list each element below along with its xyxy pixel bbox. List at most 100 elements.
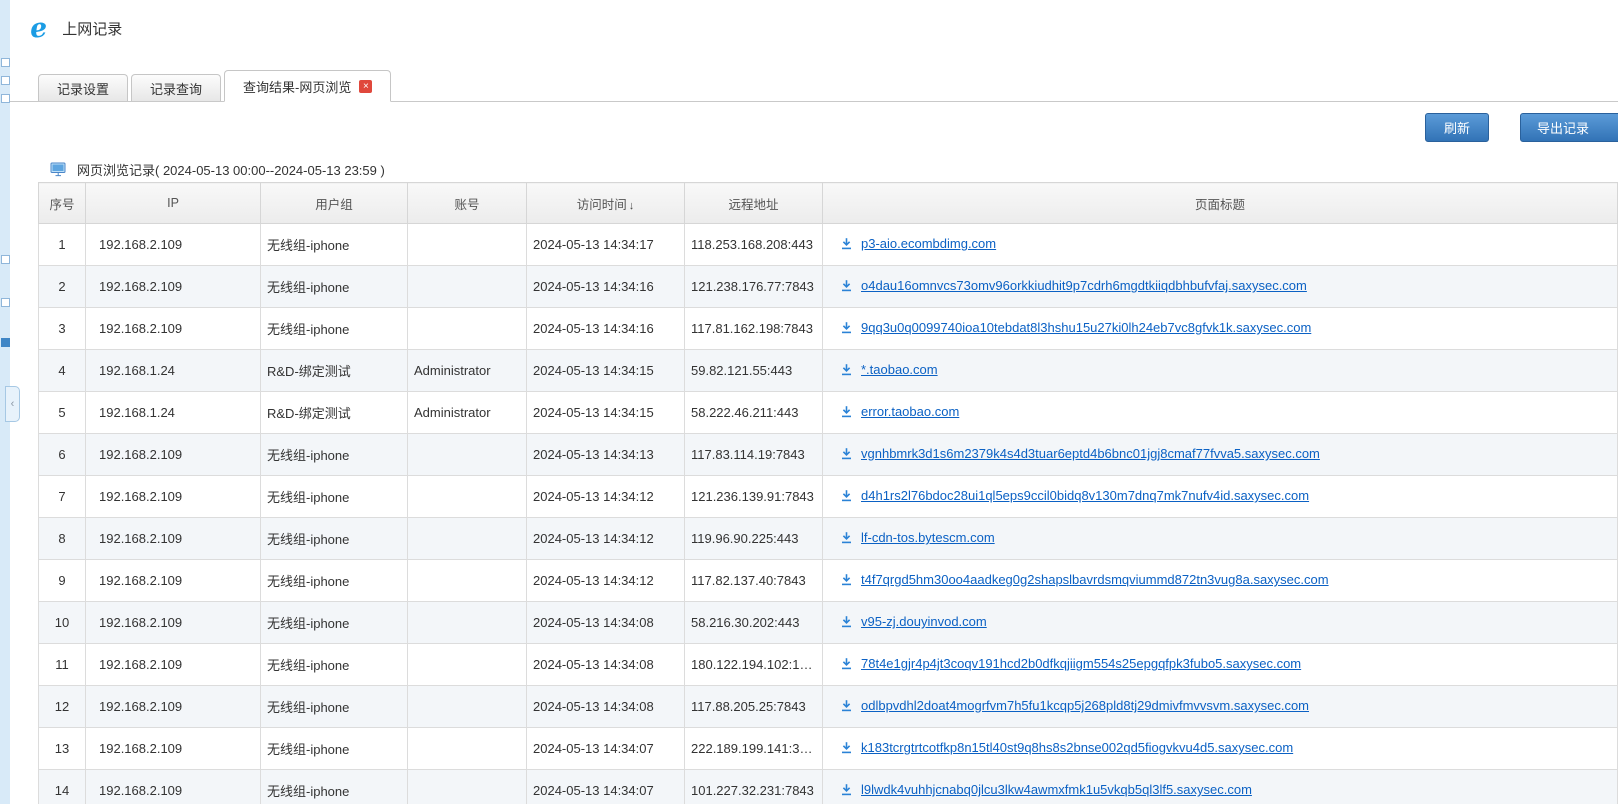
column-header-account[interactable]: 账号	[408, 183, 527, 224]
column-header-time[interactable]: 访问时间↓	[527, 183, 685, 224]
tab-label: 查询结果-网页浏览	[243, 77, 351, 96]
page-title-link[interactable]: 78t4e1gjr4p4jt3coqv191hcd2b0dfkqjiigm554…	[861, 656, 1301, 671]
nav-strip-box	[1, 298, 10, 307]
cell-page-title: odlbpvdhl2doat4mogrfvm7h5fu1kcqp5j268pld…	[823, 686, 1618, 728]
records-table: 序号 IP 用户组 账号 访问时间↓ 远程地址 页面标题 1192.168.2.…	[38, 182, 1618, 804]
cell-ip: 192.168.2.109	[86, 602, 261, 644]
browser-logo-icon: e	[29, 14, 48, 42]
cell-ip: 192.168.2.109	[86, 770, 261, 804]
close-icon[interactable]: ×	[359, 80, 372, 93]
cell-remote: 118.253.168.208:443	[685, 224, 823, 266]
cell-time: 2024-05-13 14:34:16	[527, 266, 685, 308]
tab-record-settings[interactable]: 记录设置	[38, 74, 128, 101]
results-panel: 刷新 导出记录 网页浏览记录( 2024-05-13 00:00--2024-0…	[10, 102, 1618, 804]
cell-remote: 101.227.32.231:7843	[685, 770, 823, 804]
table-row: 7192.168.2.109无线组-iphone2024-05-13 14:34…	[39, 476, 1618, 518]
cell-ip: 192.168.2.109	[86, 434, 261, 476]
page-title-link[interactable]: o4dau16omnvcs73omv96orkkiudhit9p7cdrh6mg…	[861, 278, 1307, 293]
cell-ip: 192.168.2.109	[86, 266, 261, 308]
cell-page-title: l9lwdk4vuhhjcnabq0jlcu3lkw4awmxfmk1u5vkq…	[823, 770, 1618, 804]
cell-account	[408, 434, 527, 476]
cell-page-title: vgnhbmrk3d1s6m2379k4s4d3tuar6eptd4b6bnc0…	[823, 434, 1618, 476]
page-info-icon	[840, 699, 853, 715]
page-info-icon	[840, 321, 853, 337]
panel-collapse-handle[interactable]: ‹	[5, 386, 20, 422]
table-row: 14192.168.2.109无线组-iphone2024-05-13 14:3…	[39, 770, 1618, 804]
page-title-link[interactable]: lf-cdn-tos.bytescm.com	[861, 530, 995, 545]
page-title-link[interactable]: k183tcrgtrtcotfkp8n15tl40st9q8hs8s2bnse0…	[861, 740, 1293, 755]
cell-account	[408, 770, 527, 804]
refresh-button[interactable]: 刷新	[1425, 113, 1489, 142]
cell-page-title: *.taobao.com	[823, 350, 1618, 392]
cell-page-title: 9qq3u0q0099740ioa10tebdat8l3hshu15u27ki0…	[823, 308, 1618, 350]
page-title-link[interactable]: p3-aio.ecombdimg.com	[861, 236, 996, 251]
page-title-link[interactable]: error.taobao.com	[861, 404, 959, 419]
cell-ip: 192.168.1.24	[86, 350, 261, 392]
cell-account	[408, 518, 527, 560]
tab-query-results-web-browsing[interactable]: 查询结果-网页浏览 ×	[224, 70, 391, 102]
cell-seq: 12	[39, 686, 86, 728]
tab-label: 记录设置	[57, 79, 109, 98]
cell-ip: 192.168.1.24	[86, 392, 261, 434]
page-info-icon	[840, 237, 853, 253]
column-header-time-label: 访问时间	[577, 198, 627, 212]
cell-group: 无线组-iphone	[261, 560, 408, 602]
cell-remote: 117.82.137.40:7843	[685, 560, 823, 602]
column-header-seq[interactable]: 序号	[39, 183, 86, 224]
column-header-title[interactable]: 页面标题	[823, 183, 1618, 224]
page-title-link[interactable]: t4f7qrgd5hm30oo4aadkeg0g2shapslbavrdsmqv…	[861, 572, 1329, 587]
cell-remote: 117.81.162.198:7843	[685, 308, 823, 350]
header-bar: e 上网记录	[10, 0, 1618, 57]
cell-group: 无线组-iphone	[261, 686, 408, 728]
page-info-icon	[840, 447, 853, 463]
tab-record-query[interactable]: 记录查询	[131, 74, 221, 101]
page-title-link[interactable]: l9lwdk4vuhhjcnabq0jlcu3lkw4awmxfmk1u5vkq…	[861, 782, 1252, 797]
column-header-group[interactable]: 用户组	[261, 183, 408, 224]
cell-ip: 192.168.2.109	[86, 728, 261, 770]
page-info-icon	[840, 531, 853, 547]
column-header-ip[interactable]: IP	[86, 183, 261, 224]
cell-time: 2024-05-13 14:34:12	[527, 518, 685, 560]
cell-account	[408, 224, 527, 266]
cell-seq: 14	[39, 770, 86, 804]
cell-account	[408, 644, 527, 686]
cell-page-title: 78t4e1gjr4p4jt3coqv191hcd2b0dfkqjiigm554…	[823, 644, 1618, 686]
cell-seq: 7	[39, 476, 86, 518]
table-row: 1192.168.2.109无线组-iphone2024-05-13 14:34…	[39, 224, 1618, 266]
column-header-remote[interactable]: 远程地址	[685, 183, 823, 224]
cell-group: R&D-绑定测试	[261, 392, 408, 434]
cell-account: Administrator	[408, 350, 527, 392]
table-row: 12192.168.2.109无线组-iphone2024-05-13 14:3…	[39, 686, 1618, 728]
cell-time: 2024-05-13 14:34:13	[527, 434, 685, 476]
cell-time: 2024-05-13 14:34:08	[527, 602, 685, 644]
cell-group: 无线组-iphone	[261, 308, 408, 350]
cell-seq: 11	[39, 644, 86, 686]
cell-page-title: d4h1rs2l76bdoc28ui1ql5eps9ccil0bidq8v130…	[823, 476, 1618, 518]
collapse-arrow-icon: ‹	[11, 398, 15, 410]
table-row: 2192.168.2.109无线组-iphone2024-05-13 14:34…	[39, 266, 1618, 308]
cell-group: 无线组-iphone	[261, 644, 408, 686]
cell-time: 2024-05-13 14:34:12	[527, 476, 685, 518]
page-title-link[interactable]: vgnhbmrk3d1s6m2379k4s4d3tuar6eptd4b6bnc0…	[861, 446, 1320, 461]
cell-time: 2024-05-13 14:34:17	[527, 224, 685, 266]
cell-group: 无线组-iphone	[261, 602, 408, 644]
page-title-link[interactable]: *.taobao.com	[861, 362, 938, 377]
table-row: 8192.168.2.109无线组-iphone2024-05-13 14:34…	[39, 518, 1618, 560]
cell-page-title: k183tcrgtrtcotfkp8n15tl40st9q8hs8s2bnse0…	[823, 728, 1618, 770]
result-caption: 网页浏览记录( 2024-05-13 00:00--2024-05-13 23:…	[50, 160, 385, 179]
page-title-link[interactable]: v95-zj.douyinvod.com	[861, 614, 987, 629]
browse-record-icon	[50, 162, 67, 177]
table-header-row: 序号 IP 用户组 账号 访问时间↓ 远程地址 页面标题	[39, 183, 1618, 224]
cell-group: R&D-绑定测试	[261, 350, 408, 392]
caption-text: 网页浏览记录( 2024-05-13 00:00--2024-05-13 23:…	[77, 160, 385, 179]
cell-account	[408, 308, 527, 350]
page-title-link[interactable]: 9qq3u0q0099740ioa10tebdat8l3hshu15u27ki0…	[861, 320, 1311, 335]
cell-page-title: p3-aio.ecombdimg.com	[823, 224, 1618, 266]
tab-label: 记录查询	[150, 79, 202, 98]
export-records-button[interactable]: 导出记录	[1520, 113, 1618, 142]
cell-page-title: o4dau16omnvcs73omv96orkkiudhit9p7cdrh6mg…	[823, 266, 1618, 308]
page-title-link[interactable]: odlbpvdhl2doat4mogrfvm7h5fu1kcqp5j268pld…	[861, 698, 1309, 713]
cell-seq: 4	[39, 350, 86, 392]
page-title-link[interactable]: d4h1rs2l76bdoc28ui1ql5eps9ccil0bidq8v130…	[861, 488, 1309, 503]
page-info-icon	[840, 489, 853, 505]
